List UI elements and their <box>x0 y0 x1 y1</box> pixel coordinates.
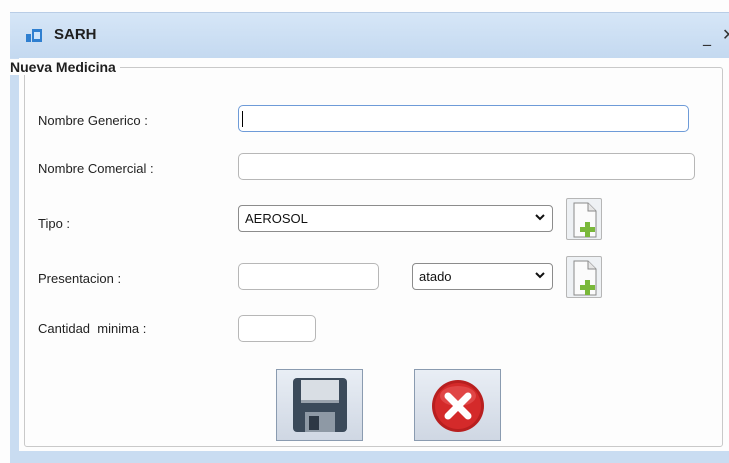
group-legend: Nueva Medicina <box>8 59 120 75</box>
tipo-select[interactable]: AEROSOL <box>238 205 553 232</box>
presentacion-input[interactable] <box>238 263 379 290</box>
window-title: SARH <box>54 26 97 43</box>
red-x-circle-icon <box>432 380 484 432</box>
chevron-down-icon <box>535 272 545 279</box>
minimize-button[interactable]: _ <box>703 27 711 46</box>
add-tipo-button[interactable] <box>566 198 602 240</box>
cantidad-minima-input[interactable] <box>238 315 316 342</box>
cantidad-minima-label: Cantidad minima : <box>38 321 147 336</box>
text-caret <box>242 111 243 127</box>
add-document-icon <box>573 260 597 296</box>
floppy-disk-icon <box>293 378 347 432</box>
close-window-button[interactable]: ✕ <box>722 25 729 44</box>
window-bottom-border <box>10 451 729 463</box>
tipo-label: Tipo : <box>38 216 71 231</box>
tipo-selected-value: AEROSOL <box>245 211 308 226</box>
presentacion-selected-value: atado <box>419 269 452 284</box>
chevron-down-icon <box>535 214 545 221</box>
add-document-icon <box>573 202 597 238</box>
nombre-comercial-label: Nombre Comercial : <box>38 161 154 176</box>
nombre-comercial-input[interactable] <box>238 153 695 180</box>
presentacion-select[interactable]: atado <box>412 263 553 290</box>
window-app-icon <box>26 29 42 42</box>
window-left-border <box>10 58 19 451</box>
title-bar[interactable]: SARH _ ✕ <box>10 12 729 58</box>
medicine-form-window: SARH _ ✕ Nueva Medicina Nombre Generico … <box>0 0 729 463</box>
presentacion-label: Presentacion : <box>38 271 122 286</box>
save-button[interactable] <box>276 369 363 441</box>
add-presentacion-button[interactable] <box>566 256 602 298</box>
cancel-button[interactable] <box>414 369 501 441</box>
nombre-generico-input[interactable] <box>238 105 689 132</box>
nombre-generico-label: Nombre Generico : <box>38 113 148 128</box>
